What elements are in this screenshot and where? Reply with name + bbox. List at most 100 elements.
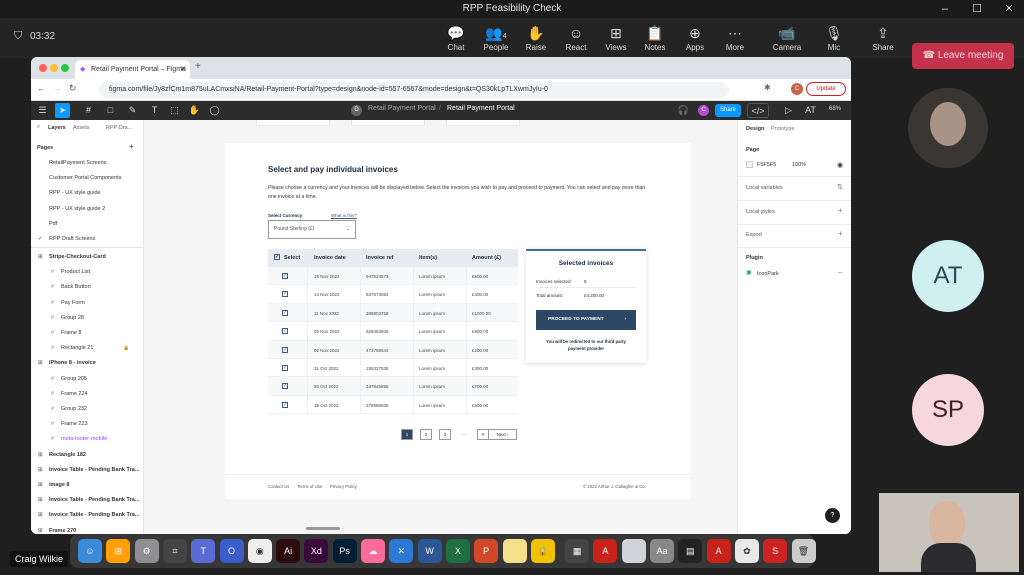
footer-link-terms[interactable]: Terms of Use: [297, 484, 322, 489]
frame-tool-icon[interactable]: #: [81, 103, 96, 118]
vscode-icon[interactable]: ✕: [389, 539, 414, 563]
tool-more[interactable]: ⋯ More: [716, 23, 754, 52]
figma-menu-icon[interactable]: ☰: [35, 103, 50, 118]
page-button[interactable]: 2: [420, 429, 432, 440]
launchpad-icon[interactable]: ⊞: [106, 539, 131, 563]
row-checkbox[interactable]: ✓: [282, 383, 288, 390]
powerpoint-icon[interactable]: P: [474, 539, 499, 563]
layer-item[interactable]: # Rectangle 21 🔒: [31, 341, 144, 356]
scroll-handle[interactable]: [306, 527, 340, 530]
creative-cloud-icon[interactable]: ☁: [361, 539, 385, 563]
variables-icon[interactable]: ⇅: [837, 183, 843, 191]
page-item[interactable]: Customer Portal Components: [31, 171, 144, 186]
page-item[interactable]: RPP - UX style guide: [31, 186, 144, 201]
layer-item[interactable]: # Group 232: [31, 402, 144, 417]
tool-notes[interactable]: 📋 Notes: [636, 23, 674, 52]
preview-icon[interactable]: [621, 539, 646, 563]
next-page-button[interactable]: Next ›: [488, 429, 517, 440]
tool-views[interactable]: ⊞ Views: [597, 23, 635, 52]
activity-monitor-icon[interactable]: ▤: [678, 539, 703, 563]
page-opacity-value[interactable]: 100%: [792, 162, 806, 168]
add-export-icon[interactable]: +: [838, 229, 843, 238]
row-checkbox[interactable]: ✓: [282, 401, 288, 408]
add-style-icon[interactable]: +: [838, 206, 843, 215]
table-row[interactable]: ✓ 30 Oct 2022 347845895 Lorem ipsum £700.00: [268, 377, 518, 396]
plugin-name[interactable]: IconPark: [757, 271, 779, 277]
keychain-icon[interactable]: 🔒: [530, 539, 555, 563]
back-icon[interactable]: ←: [37, 83, 46, 93]
font-book-icon[interactable]: Aa: [650, 539, 674, 563]
close-button[interactable]: ✕: [994, 0, 1024, 18]
calculator-icon[interactable]: ▦: [565, 539, 590, 563]
tab-design[interactable]: Design: [746, 126, 764, 132]
pen-tool-icon[interactable]: ✎: [125, 103, 140, 118]
layer-item[interactable]: ⊞ Invoice Table - Pending Bank Tra...: [31, 508, 144, 523]
tool-chat[interactable]: 💬 Chat: [437, 23, 475, 52]
page-item[interactable]: RetailPayment Screens: [31, 156, 144, 171]
local-variables-label[interactable]: Local variables: [746, 185, 783, 191]
outlook-icon[interactable]: O: [219, 539, 244, 563]
remove-plugin-icon[interactable]: –: [838, 268, 842, 277]
row-checkbox[interactable]: ✓: [282, 365, 288, 371]
screenshot-icon[interactable]: ⌗: [162, 539, 187, 563]
page-button[interactable]: 1: [401, 429, 413, 440]
hand-tool-icon[interactable]: ✋: [187, 103, 202, 118]
leave-meeting-button[interactable]: ☎ Leave meeting: [912, 43, 1014, 69]
text-tool-icon[interactable]: T: [147, 103, 162, 118]
layer-item[interactable]: ⊞ Invoice Table - Pending Bank Tra...: [31, 463, 144, 478]
table-row[interactable]: ✓ 05 Nov 2022 929453945 Lorem ipsum £600.00: [268, 322, 518, 341]
profile-avatar[interactable]: C: [791, 83, 803, 95]
settings-icon[interactable]: ⚙: [134, 539, 159, 563]
tab-layers[interactable]: Layers: [48, 125, 66, 131]
tool-raise[interactable]: ✋ Raise: [517, 23, 555, 52]
move-tool-icon[interactable]: ➤: [55, 103, 70, 118]
headphones-icon[interactable]: 🎧: [676, 103, 691, 118]
present-icon[interactable]: ▷: [781, 103, 796, 118]
tool-camera[interactable]: 📹 Camera: [768, 23, 806, 52]
tab-rpp-draft[interactable]: RPP Dra...: [106, 125, 132, 131]
word-icon[interactable]: W: [417, 539, 442, 563]
help-icon[interactable]: ?: [825, 508, 840, 523]
select-all-checkbox[interactable]: ✓: [274, 254, 280, 260]
forward-icon[interactable]: →: [53, 83, 62, 93]
breadcrumb-project[interactable]: Retail Payment Portal: [368, 105, 436, 112]
proceed-to-payment-button[interactable]: PROCEED TO PAYMENT ›: [536, 310, 636, 330]
reload-icon[interactable]: ↻: [69, 83, 77, 94]
page-item[interactable]: ✓ RPP Draft Screens: [31, 232, 144, 247]
tab-assets[interactable]: Assets: [73, 125, 90, 131]
row-checkbox[interactable]: ✓: [282, 346, 288, 353]
row-checkbox[interactable]: ✓: [282, 273, 288, 279]
footer-link-privacy[interactable]: Privacy Policy: [330, 484, 357, 489]
notes-icon[interactable]: [502, 539, 527, 563]
table-row[interactable]: ✓ 31 Oct 2022 195327535 Lorem ipsum £300.00: [268, 359, 518, 378]
layer-item[interactable]: # meta-footer-mobile: [31, 432, 144, 447]
layer-item[interactable]: # Frame 223: [31, 417, 144, 432]
acrobat-icon[interactable]: A: [706, 539, 731, 563]
layer-item[interactable]: ⊞ iPhone 8 - invoice: [31, 356, 144, 371]
page-color-value[interactable]: F5F5F5: [757, 162, 776, 168]
trash-icon[interactable]: 🗑: [791, 539, 816, 563]
layer-item[interactable]: # Frame 224: [31, 387, 144, 402]
xd-icon[interactable]: Xd: [304, 539, 329, 563]
share-button[interactable]: Share: [715, 104, 741, 117]
row-checkbox[interactable]: ✓: [282, 328, 288, 335]
page-item[interactable]: RPP - UX style guide 2: [31, 202, 144, 217]
layer-item[interactable]: # Pay Form: [31, 296, 144, 311]
breadcrumb-file[interactable]: Retail Payment Portal: [447, 105, 515, 112]
tool-share[interactable]: ⇪ Share: [864, 23, 902, 52]
table-row[interactable]: ✓ 14 Nov 2022 537573554 Lorem ipsum £400.00: [268, 285, 518, 304]
add-page-icon[interactable]: +: [129, 142, 134, 151]
teams-icon[interactable]: T: [191, 539, 216, 563]
search-icon[interactable]: ⌕: [37, 124, 40, 131]
chrome-icon[interactable]: ◉: [247, 539, 272, 563]
minimize-window-icon[interactable]: [50, 64, 58, 72]
scrobble-icon[interactable]: S: [763, 539, 788, 563]
layer-item[interactable]: ⊞ Invoice Table - Pending Bank Tra...: [31, 493, 144, 508]
page-item[interactable]: Pdf: [31, 217, 144, 232]
tab-prototype[interactable]: Prototype: [771, 126, 795, 132]
excel-icon[interactable]: X: [445, 539, 470, 563]
whats-this-link[interactable]: What is this?: [331, 213, 357, 218]
tool-people[interactable]: 👥4 People: [477, 23, 515, 52]
design-frame[interactable]: Select and pay individual invoices Pleas…: [225, 143, 690, 474]
minimize-button[interactable]: –: [930, 0, 960, 18]
